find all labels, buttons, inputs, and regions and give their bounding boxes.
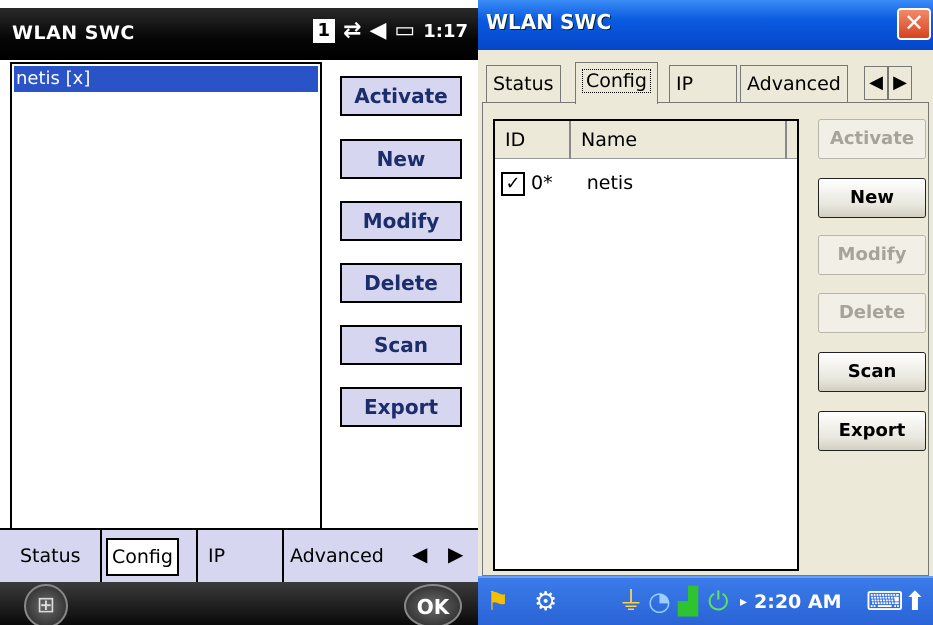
tab-scroll-right-icon[interactable]: ▶ [888, 66, 912, 100]
tab-ip[interactable]: IP [669, 65, 737, 103]
tab-divider [100, 530, 102, 584]
ok-button[interactable]: OK [404, 584, 462, 625]
wireless-manager-icon[interactable]: ◔ [648, 587, 671, 617]
status-tray: 1 ⇄ ◀︎ ▭ 1:17 [312, 19, 468, 43]
ce-title-bar: WLAN SWC ✕ [478, 0, 933, 50]
export-button[interactable]: Export [818, 411, 926, 451]
tab-scroll-left-icon[interactable]: ◀ [412, 542, 427, 566]
tab-config-label: Config [582, 69, 651, 93]
wm-window: WLAN SWC 1 ⇄ ◀︎ ▭ 1:17 netis [x] Activat… [0, 0, 478, 625]
soft-key-bar: ⊞ OK [0, 582, 478, 625]
wm-title-bar: WLAN SWC 1 ⇄ ◀︎ ▭ 1:17 [0, 8, 478, 60]
enabled-checkbox[interactable]: ✓ [501, 171, 525, 196]
profile-list[interactable]: netis [x] [10, 62, 322, 530]
scan-button[interactable]: Scan [818, 352, 926, 392]
table-row[interactable]: ✓ 0* netis [501, 169, 633, 197]
modify-button[interactable]: Modify [818, 235, 926, 275]
clock[interactable]: 2:20 AM [754, 588, 842, 616]
notification-count[interactable]: 1 [312, 19, 336, 43]
tab-bar: Status Config IP Advanced ◀ ▶ [0, 528, 478, 584]
new-button[interactable]: New [340, 139, 462, 179]
list-item[interactable]: netis [x] [14, 66, 318, 92]
tab-advanced[interactable]: Advanced [740, 65, 848, 103]
row-id: 0* [531, 172, 553, 194]
tab-config[interactable]: Config [106, 538, 179, 576]
tab-strip: Status Config IP Advanced ◀ ▶ [478, 62, 933, 104]
tab-ip[interactable]: IP [208, 536, 225, 576]
tab-status[interactable]: Status [486, 65, 561, 103]
app-title: WLAN SWC [12, 22, 135, 44]
expand-tray-icon[interactable]: ▸ [740, 587, 747, 617]
app-switch-icon[interactable]: ⚙ [534, 587, 557, 617]
modify-button[interactable]: Modify [340, 201, 462, 241]
sync-arrows-icon[interactable]: ⇄ [343, 19, 361, 43]
column-header-id[interactable]: ID [495, 121, 571, 159]
activate-button[interactable]: Activate [340, 76, 462, 116]
taskbar: ⚑ ⚙ ⏚ ◔ ▟ ⏻ ▸ 2:20 AM ⌨ ⬆ [478, 576, 933, 625]
export-button[interactable]: Export [340, 387, 462, 427]
tab-scroll-left-icon[interactable]: ◀ [864, 66, 888, 100]
tab-divider [196, 530, 198, 584]
battery-icon[interactable]: ▭ [394, 19, 415, 43]
close-icon[interactable]: ✕ [897, 8, 931, 40]
signal-strength-icon[interactable]: ▟ [678, 587, 698, 617]
ce-window: WLAN SWC ✕ Status Config IP Advanced ◀ ▶… [478, 0, 933, 625]
profile-table[interactable]: ID Name ✓ 0* netis [493, 119, 799, 571]
tab-config[interactable]: Config [575, 62, 658, 104]
scan-button[interactable]: Scan [340, 325, 462, 365]
row-name: netis [586, 172, 634, 194]
tab-status[interactable]: Status [20, 536, 81, 576]
windows-start-icon[interactable]: ⊞ [24, 584, 68, 625]
power-icon[interactable]: ⏻ [708, 587, 729, 617]
keyboard-input-icon[interactable]: ⌨ [866, 587, 904, 617]
table-header: ID Name [495, 121, 797, 159]
delete-button[interactable]: Delete [818, 293, 926, 333]
usb-connection-icon[interactable]: ⏚ [618, 587, 644, 617]
tab-scroll-right-icon[interactable]: ▶ [448, 542, 463, 566]
config-page: ID Name ✓ 0* netis Activate New Modify D… [482, 102, 929, 576]
new-button[interactable]: New [818, 178, 926, 218]
delete-button[interactable]: Delete [340, 263, 462, 303]
clock[interactable]: 1:17 [423, 21, 468, 42]
activate-button[interactable]: Activate [818, 119, 926, 159]
speaker-icon[interactable]: ◀︎ [370, 19, 387, 43]
windows-flag-icon[interactable]: ⚑ [486, 587, 509, 617]
column-header-name[interactable]: Name [571, 121, 787, 159]
app-title: WLAN SWC [486, 10, 612, 34]
up-arrow-icon[interactable]: ⬆ [904, 587, 926, 617]
tab-advanced[interactable]: Advanced [290, 536, 384, 576]
tab-divider [282, 530, 284, 584]
